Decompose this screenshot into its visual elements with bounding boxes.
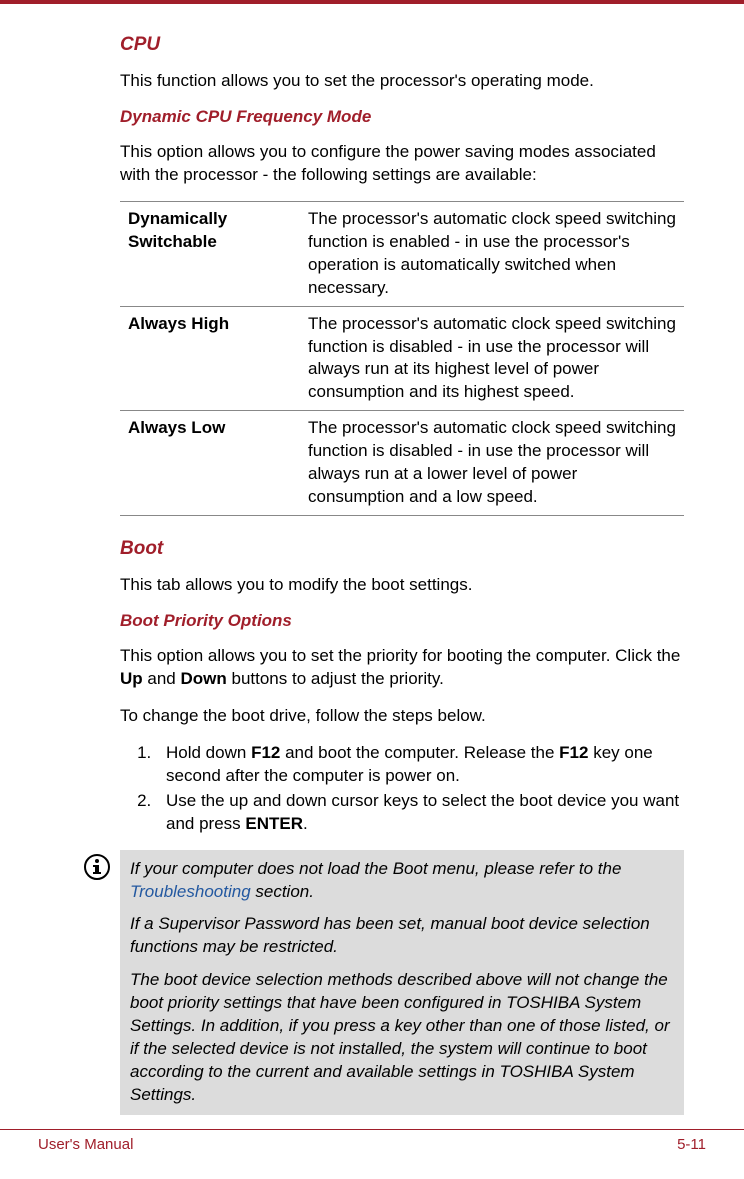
text-span: This option allows you to set the priori… [120, 646, 680, 665]
table-row: Always Low The processor's automatic clo… [120, 411, 684, 516]
footer-left: User's Manual [38, 1136, 133, 1153]
note-paragraph: The boot device selection methods descri… [130, 969, 674, 1107]
text-span: section. [251, 882, 314, 901]
boot-priority-p1: This option allows you to set the priori… [120, 645, 684, 691]
setting-label: Always Low [120, 411, 300, 516]
table-row: Dynamically Switchable The processor's a… [120, 201, 684, 306]
setting-desc: The processor's automatic clock speed sw… [300, 201, 684, 306]
setting-desc: The processor's automatic clock speed sw… [300, 411, 684, 516]
note-wrapper: If your computer does not load the Boot … [84, 850, 684, 1115]
heading-cpu: CPU [120, 34, 684, 56]
boot-steps-list: Hold down F12 and boot the computer. Rel… [156, 742, 684, 836]
setting-label: Dynamically Switchable [120, 201, 300, 306]
page-content: CPU This function allows you to set the … [0, 4, 744, 1115]
bold-up: Up [120, 669, 143, 688]
heading-boot-priority: Boot Priority Options [120, 611, 684, 631]
heading-boot: Boot [120, 538, 684, 560]
bold-f12: F12 [251, 743, 280, 762]
setting-label: Always High [120, 306, 300, 411]
boot-priority-p2: To change the boot drive, follow the ste… [120, 705, 684, 728]
bold-enter: ENTER [245, 814, 303, 833]
footer-page-number: 5-11 [677, 1136, 706, 1153]
text-span: Hold down [166, 743, 251, 762]
note-paragraph: If your computer does not load the Boot … [130, 858, 674, 904]
text-span: Use the up and down cursor keys to selec… [166, 791, 679, 833]
setting-desc: The processor's automatic clock speed sw… [300, 306, 684, 411]
text-span: and [143, 669, 181, 688]
note-box: If your computer does not load the Boot … [120, 850, 684, 1115]
bold-down: Down [180, 669, 226, 688]
text-span: and boot the computer. Release the [280, 743, 559, 762]
cpu-intro: This function allows you to set the proc… [120, 70, 684, 93]
text-span: If your computer does not load the Boot … [130, 859, 621, 878]
table-row: Always High The processor's automatic cl… [120, 306, 684, 411]
note-paragraph: If a Supervisor Password has been set, m… [130, 913, 674, 959]
troubleshooting-link[interactable]: Troubleshooting [130, 882, 251, 901]
text-span: buttons to adjust the priority. [227, 669, 444, 688]
list-item: Use the up and down cursor keys to selec… [156, 790, 684, 836]
dynamic-cpu-intro: This option allows you to configure the … [120, 141, 684, 187]
page-footer: User's Manual 5-11 [0, 1129, 744, 1153]
boot-intro: This tab allows you to modify the boot s… [120, 574, 684, 597]
cpu-settings-table: Dynamically Switchable The processor's a… [120, 201, 684, 516]
list-item: Hold down F12 and boot the computer. Rel… [156, 742, 684, 788]
text-span: . [303, 814, 308, 833]
heading-dynamic-cpu: Dynamic CPU Frequency Mode [120, 107, 684, 127]
info-icon [84, 854, 110, 880]
bold-f12: F12 [559, 743, 588, 762]
